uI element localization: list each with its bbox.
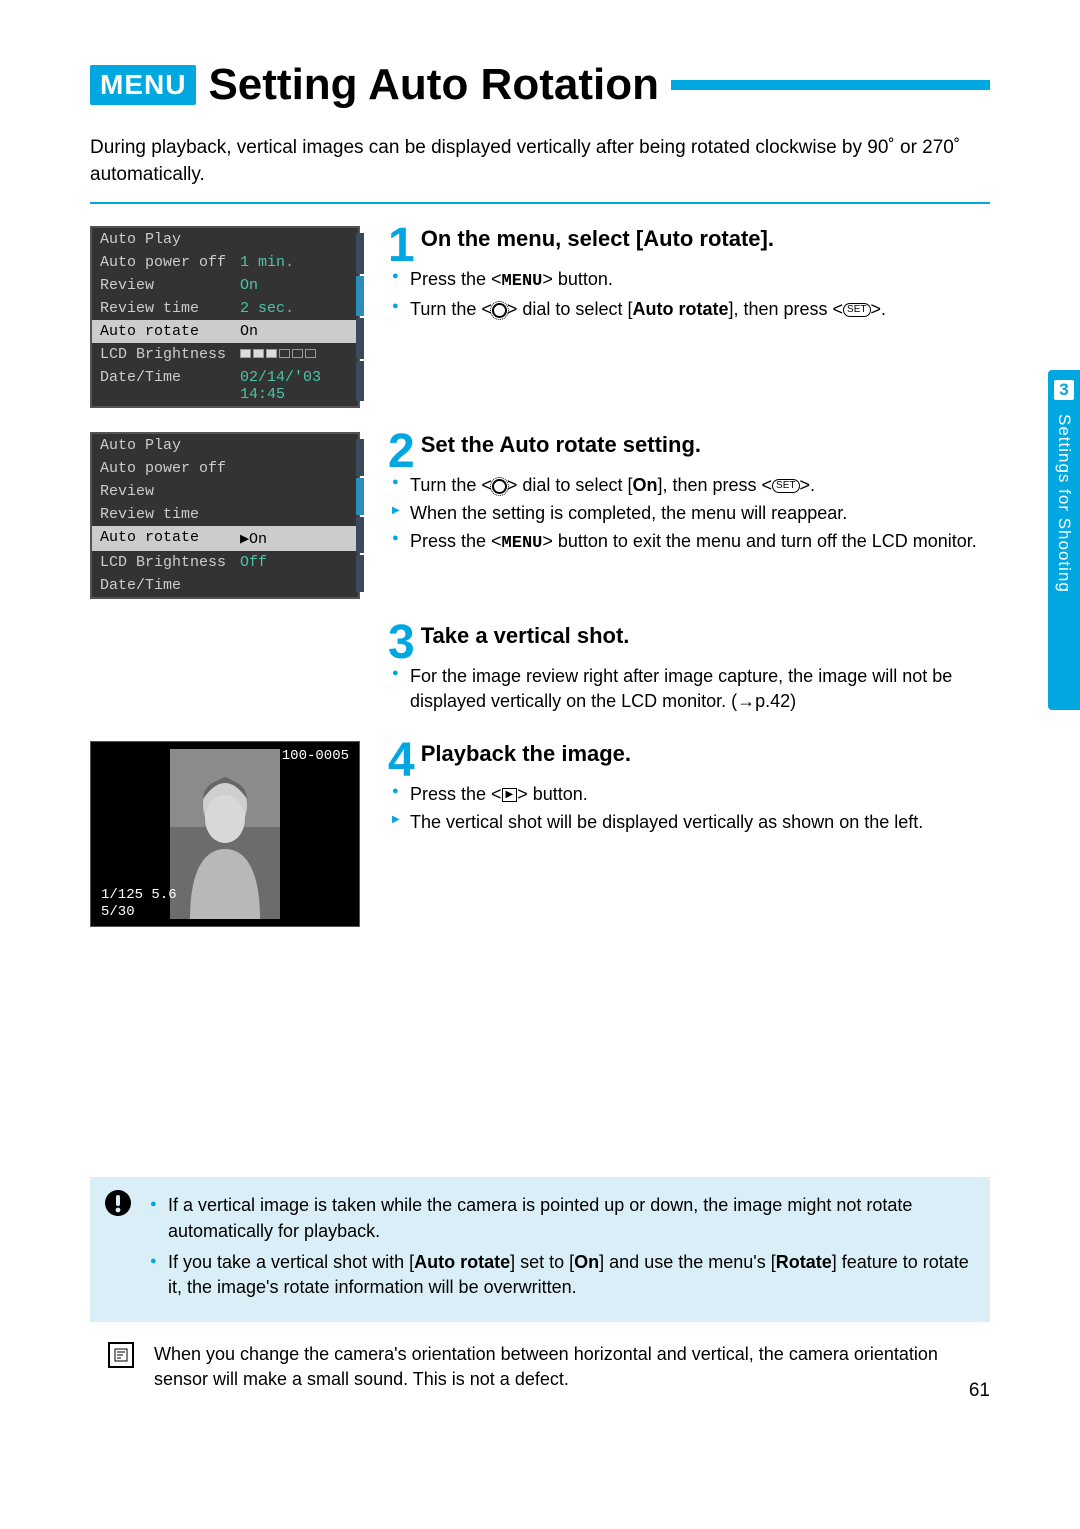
step-number: 4 bbox=[388, 741, 415, 782]
portrait-illustration bbox=[170, 749, 280, 919]
info-text: When you change the camera's orientation… bbox=[154, 1342, 972, 1392]
menu-row-label: Auto Play bbox=[100, 231, 240, 248]
menu-row: Review time bbox=[92, 503, 358, 526]
step-title: Take a vertical shot. bbox=[421, 623, 990, 649]
intro-text: During playback, vertical images can be … bbox=[90, 135, 990, 188]
menu-row: Auto power off bbox=[92, 457, 358, 480]
menu-row: Auto power off1 min. bbox=[92, 251, 358, 274]
title-line bbox=[671, 80, 990, 90]
step-bullet: Press the <MENU> button. bbox=[392, 267, 990, 294]
step-bullet: For the image review right after image c… bbox=[392, 664, 990, 714]
menu-row-value bbox=[240, 437, 350, 454]
menu-screenshot-2: Auto Play Auto power off Review Review time… bbox=[90, 432, 360, 599]
menu-row: Auto rotate▶On bbox=[92, 526, 358, 551]
step-bullet: Turn the <> dial to select [On], then pr… bbox=[392, 473, 990, 498]
menu-row-label: Date/Time bbox=[100, 369, 240, 403]
menu-badge: MENU bbox=[90, 65, 196, 105]
step-title: Set the Auto rotate setting. bbox=[421, 432, 990, 458]
menu-row-value bbox=[240, 506, 350, 523]
menu-row-label: Auto power off bbox=[100, 254, 240, 271]
menu-row-value bbox=[240, 577, 350, 594]
step-title: Playback the image. bbox=[421, 741, 990, 767]
playback-file: 100-0005 bbox=[282, 748, 349, 764]
menu-row-value: On bbox=[240, 323, 350, 340]
menu-row-value bbox=[240, 346, 350, 363]
menu-row-value: 02/14/'03 14:45 bbox=[240, 369, 350, 403]
menu-row-value: On bbox=[240, 277, 350, 294]
menu-row: Review time2 sec. bbox=[92, 297, 358, 320]
menu-row-value bbox=[240, 231, 350, 248]
menu-row-label: Review time bbox=[100, 506, 240, 523]
step-bullet: When the setting is completed, the menu … bbox=[392, 501, 990, 526]
warning-item: If you take a vertical shot with [Auto r… bbox=[150, 1250, 972, 1300]
menu-row: Date/Time02/14/'03 14:45 bbox=[92, 366, 358, 406]
menu-row-label: Review bbox=[100, 277, 240, 294]
chapter-number: 3 bbox=[1054, 380, 1074, 400]
playback-exposure: 1/125 5.6 bbox=[101, 887, 177, 903]
menu-row-label: Auto Play bbox=[100, 437, 240, 454]
step-title: On the menu, select [Auto rotate]. bbox=[421, 226, 990, 252]
chapter-tab: 3 Settings for Shooting bbox=[1048, 370, 1080, 710]
menu-row-value: ▶On bbox=[240, 529, 350, 548]
menu-row-label: LCD Brightness bbox=[100, 554, 240, 571]
menu-row: Auto rotateOn bbox=[92, 320, 358, 343]
menu-row-value: 2 sec. bbox=[240, 300, 350, 317]
menu-row: Date/Time bbox=[92, 574, 358, 597]
menu-row-label: Auto power off bbox=[100, 460, 240, 477]
menu-row: Review bbox=[92, 480, 358, 503]
page-number: 61 bbox=[969, 1380, 990, 1402]
menu-row-label: Auto rotate bbox=[100, 323, 240, 340]
playback-preview: 100-0005 1/125 5.6 5/30 bbox=[90, 741, 360, 927]
step-bullet: Press the <MENU> button to exit the menu… bbox=[392, 529, 990, 556]
page-title: Setting Auto Rotation bbox=[208, 60, 659, 110]
step-number: 3 bbox=[388, 623, 415, 664]
menu-row: ReviewOn bbox=[92, 274, 358, 297]
step-bullet: The vertical shot will be displayed vert… bbox=[392, 810, 990, 835]
menu-row: LCD Brightness bbox=[92, 343, 358, 366]
warning-item: If a vertical image is taken while the c… bbox=[150, 1193, 972, 1243]
step-bullet: Press the <▶> button. bbox=[392, 782, 990, 807]
chapter-label: Settings for Shooting bbox=[1054, 414, 1074, 593]
menu-row-label: Review bbox=[100, 483, 240, 500]
step-2: 2 Set the Auto rotate setting. Turn the … bbox=[388, 432, 990, 599]
menu-screenshot-1: Auto PlayAuto power off1 min.ReviewOnRev… bbox=[90, 226, 360, 408]
note-icon bbox=[108, 1342, 134, 1368]
info-note: When you change the camera's orientation… bbox=[90, 1342, 990, 1392]
step-number: 1 bbox=[388, 226, 415, 267]
menu-row: LCD BrightnessOff bbox=[92, 551, 358, 574]
menu-row-value: Off bbox=[240, 554, 350, 571]
menu-row: Auto Play bbox=[92, 228, 358, 251]
menu-row: Auto Play bbox=[92, 434, 358, 457]
warning-box: If a vertical image is taken while the c… bbox=[90, 1177, 990, 1322]
menu-row-label: LCD Brightness bbox=[100, 346, 240, 363]
step-number: 2 bbox=[388, 432, 415, 473]
menu-row-value bbox=[240, 483, 350, 500]
warning-icon bbox=[104, 1189, 132, 1217]
menu-row-label: Auto rotate bbox=[100, 529, 240, 548]
menu-row-value: 1 min. bbox=[240, 254, 350, 271]
menu-row-value bbox=[240, 460, 350, 477]
playback-count: 5/30 bbox=[101, 904, 135, 920]
menu-row-label: Review time bbox=[100, 300, 240, 317]
step-bullet: Turn the <> dial to select [Auto rotate]… bbox=[392, 297, 990, 322]
step-1: 1 On the menu, select [Auto rotate]. Pre… bbox=[388, 226, 990, 408]
step-4: 4 Playback the image. Press the <▶> butt… bbox=[388, 741, 990, 927]
menu-row-label: Date/Time bbox=[100, 577, 240, 594]
separator bbox=[90, 202, 990, 204]
step-3: 3 Take a vertical shot. For the image re… bbox=[388, 623, 990, 717]
page-title-bar: MENU Setting Auto Rotation bbox=[90, 60, 990, 110]
